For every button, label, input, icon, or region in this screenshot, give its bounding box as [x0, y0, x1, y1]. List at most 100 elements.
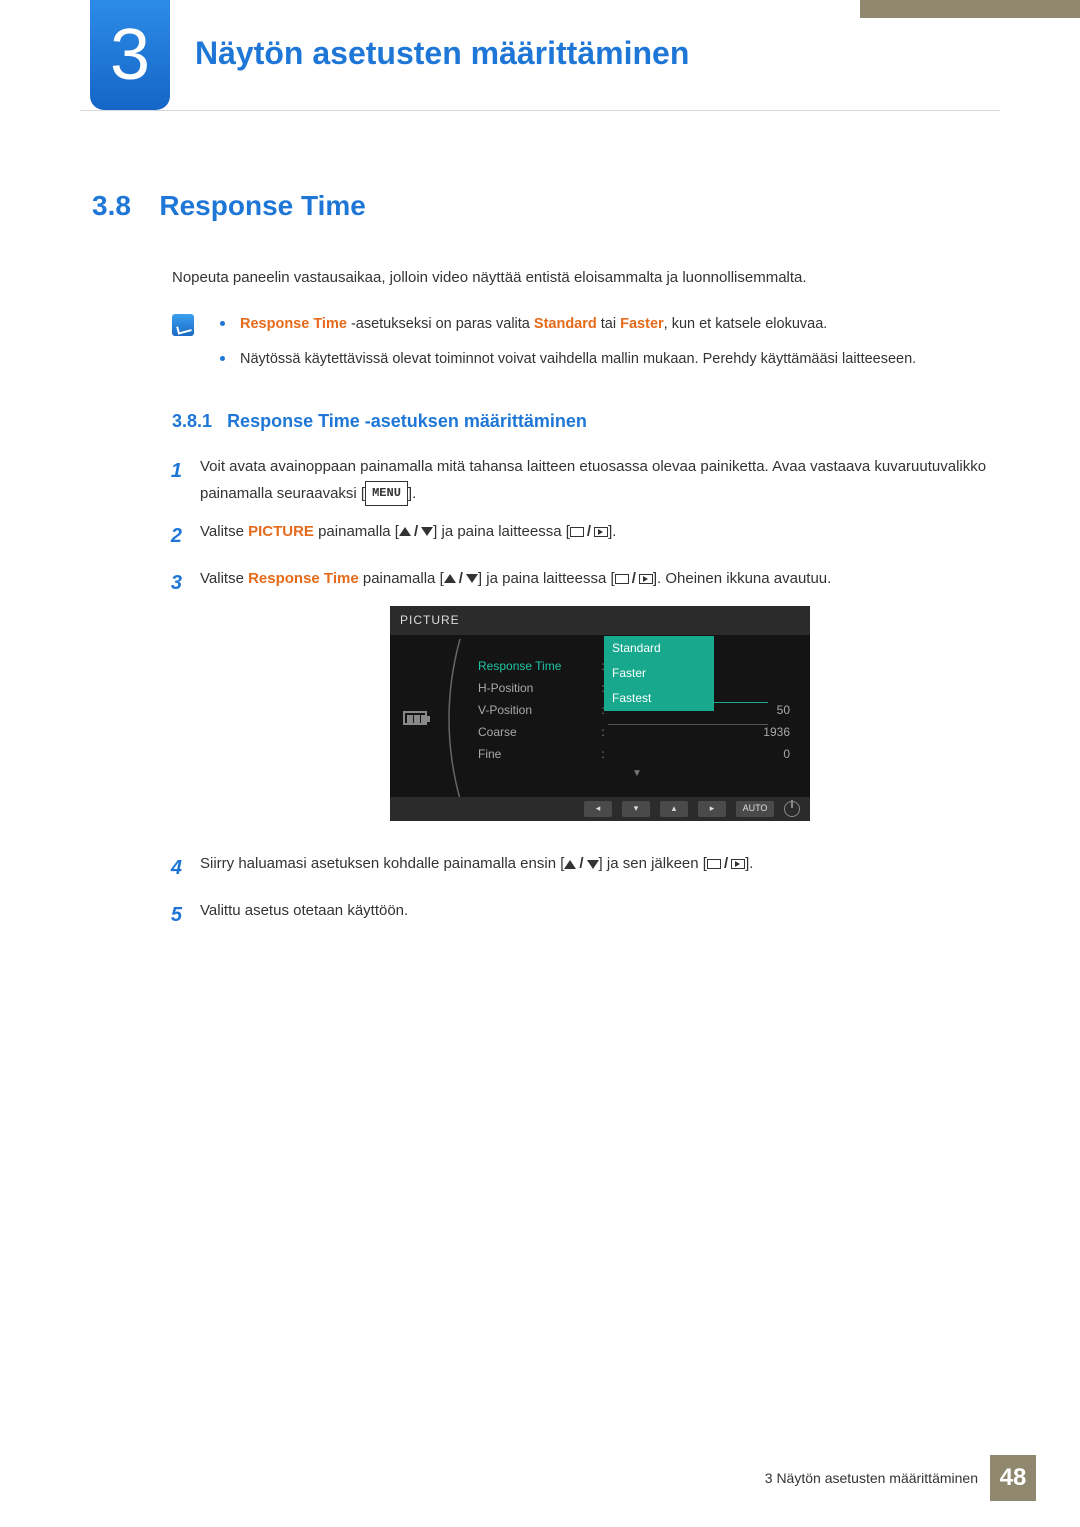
- response-time-keyword: Response Time: [248, 570, 359, 587]
- triangle-down-icon: [421, 527, 433, 536]
- up-down-icons: /: [399, 519, 433, 545]
- chapter-number: 3: [110, 14, 150, 96]
- step: 1 Voit avata avainoppaan painamalla mitä…: [162, 454, 1000, 507]
- step-text: Voit avata avainoppaan painamalla mitä t…: [200, 458, 986, 501]
- osd-option: Faster: [604, 661, 714, 686]
- osd-nav-right-icon: ▸: [698, 801, 726, 817]
- triangle-up-icon: [444, 574, 456, 583]
- step-number: 5: [162, 898, 182, 933]
- osd-nav-down-icon: ▾: [622, 801, 650, 817]
- footer-chapter-label: 3 Näytön asetusten määrittäminen: [765, 1470, 990, 1486]
- note-keyword: Standard: [534, 316, 597, 332]
- osd-slider-line: [608, 724, 768, 725]
- step-text: painamalla [: [314, 523, 399, 540]
- osd-row-label: Response Time: [478, 656, 598, 677]
- step-body: Valitse Response Time painamalla [/] ja …: [200, 566, 1000, 839]
- step-text: ] ja sen jälkeen [: [599, 855, 707, 872]
- step-number: 3: [162, 566, 182, 839]
- page-footer: 3 Näytön asetusten määrittäminen 48: [765, 1455, 1036, 1501]
- section-title: Response Time: [159, 190, 365, 221]
- enter-source-icons: /: [615, 566, 653, 592]
- step-text: Valitse: [200, 570, 248, 587]
- osd-option: Fastest: [604, 686, 714, 711]
- up-down-icons: /: [444, 566, 478, 592]
- rect-icon: [570, 527, 584, 537]
- step-text: ].: [408, 485, 416, 502]
- step-number: 4: [162, 851, 182, 886]
- battery-icon: [403, 711, 427, 725]
- page-content: 3.8 Response Time Nopeuta paneelin vasta…: [92, 190, 1000, 945]
- note-text: tai: [597, 316, 620, 332]
- note-block: Response Time -asetukseksi on paras vali…: [172, 312, 1000, 381]
- osd-slider-line: [608, 702, 768, 703]
- step-text: ] ja paina laitteessa [: [433, 523, 570, 540]
- step-number: 2: [162, 519, 182, 554]
- step-text: Valitse: [200, 523, 248, 540]
- osd-dropdown: Standard Faster Fastest: [604, 636, 714, 711]
- step: 5 Valittu asetus otetaan käyttöön.: [162, 898, 1000, 933]
- triangle-up-icon: [399, 527, 411, 536]
- osd-row-label: Fine: [478, 744, 598, 765]
- enter-source-icons: /: [570, 519, 608, 545]
- osd-row-label: Coarse: [478, 722, 598, 743]
- note-text: , kun et katsele elokuvaa.: [664, 316, 828, 332]
- osd-nav-left-icon: ◂: [584, 801, 612, 817]
- rect-play-icon: [594, 527, 608, 537]
- step-text: ].: [745, 855, 753, 872]
- osd-row: Fine:0: [470, 743, 804, 765]
- menu-button-label: MENU: [365, 481, 408, 506]
- step-number: 1: [162, 454, 182, 507]
- osd-curve-decoration: [440, 635, 470, 800]
- osd-row-label: V-Position: [478, 700, 598, 721]
- osd-footer: ◂ ▾ ▴ ▸ AUTO: [390, 797, 810, 821]
- step: 2 Valitse PICTURE painamalla [/] ja pain…: [162, 519, 1000, 554]
- step-body: Valittu asetus otetaan käyttöön.: [200, 898, 1000, 933]
- osd-nav-up-icon: ▴: [660, 801, 688, 817]
- step-body: Valitse PICTURE painamalla [/] ja paina …: [200, 519, 1000, 554]
- triangle-down-icon: [466, 574, 478, 583]
- section-lead: Nopeuta paneelin vastausaikaa, jolloin v…: [172, 266, 1000, 290]
- triangle-down-icon: [587, 860, 599, 869]
- picture-keyword: PICTURE: [248, 523, 314, 540]
- step-text: ].: [608, 523, 616, 540]
- step: 4 Siirry haluamasi asetuksen kohdalle pa…: [162, 851, 1000, 886]
- osd-sidebar: [390, 635, 440, 800]
- step-text: painamalla [: [359, 570, 444, 587]
- step-text: ] ja paina laitteessa [: [478, 570, 615, 587]
- top-accent-bar: [860, 0, 1080, 18]
- note-text: -asetukseksi on paras valita: [347, 316, 534, 332]
- osd-screenshot: PICTURE ▲ Response Time:: [390, 606, 810, 821]
- osd-title: PICTURE: [390, 606, 810, 635]
- note-keyword: Response Time: [240, 316, 347, 332]
- subsection-number: 3.8.1: [172, 411, 212, 431]
- step-text: Siirry haluamasi asetuksen kohdalle pain…: [200, 855, 564, 872]
- note-icon: [172, 314, 194, 336]
- chapter-title: Näytön asetusten määrittäminen: [195, 35, 689, 72]
- chapter-badge: 3: [90, 0, 170, 110]
- osd-power-icon: [784, 801, 800, 817]
- page-number: 48: [990, 1455, 1036, 1501]
- step-body: Voit avata avainoppaan painamalla mitä t…: [200, 454, 1000, 507]
- note-keyword: Faster: [620, 316, 664, 332]
- osd-row-value: 0: [608, 744, 796, 765]
- note-list: Response Time -asetukseksi on paras vali…: [216, 312, 916, 381]
- rect-play-icon: [731, 859, 745, 869]
- rect-icon: [615, 574, 629, 584]
- osd-auto-button: AUTO: [736, 801, 774, 817]
- step: 3 Valitse Response Time painamalla [/] j…: [162, 566, 1000, 839]
- header-divider: [80, 110, 1000, 111]
- step-text: ]. Oheinen ikkuna avautuu.: [653, 570, 831, 587]
- osd-option: Standard: [604, 636, 714, 661]
- osd-scroll-down-icon: ▼: [470, 765, 804, 779]
- subsection-heading: 3.8.1 Response Time -asetuksen määrittäm…: [172, 411, 1000, 432]
- osd-row-label: H-Position: [478, 678, 598, 699]
- note-item: Näytössä käytettävissä olevat toiminnot …: [216, 347, 916, 372]
- section-number: 3.8: [92, 190, 131, 221]
- rect-play-icon: [639, 574, 653, 584]
- section-heading: 3.8 Response Time: [92, 190, 1000, 222]
- note-item: Response Time -asetukseksi on paras vali…: [216, 312, 916, 337]
- steps-list: 1 Voit avata avainoppaan painamalla mitä…: [162, 454, 1000, 933]
- triangle-up-icon: [564, 860, 576, 869]
- step-body: Siirry haluamasi asetuksen kohdalle pain…: [200, 851, 1000, 886]
- up-down-icons: /: [564, 851, 598, 877]
